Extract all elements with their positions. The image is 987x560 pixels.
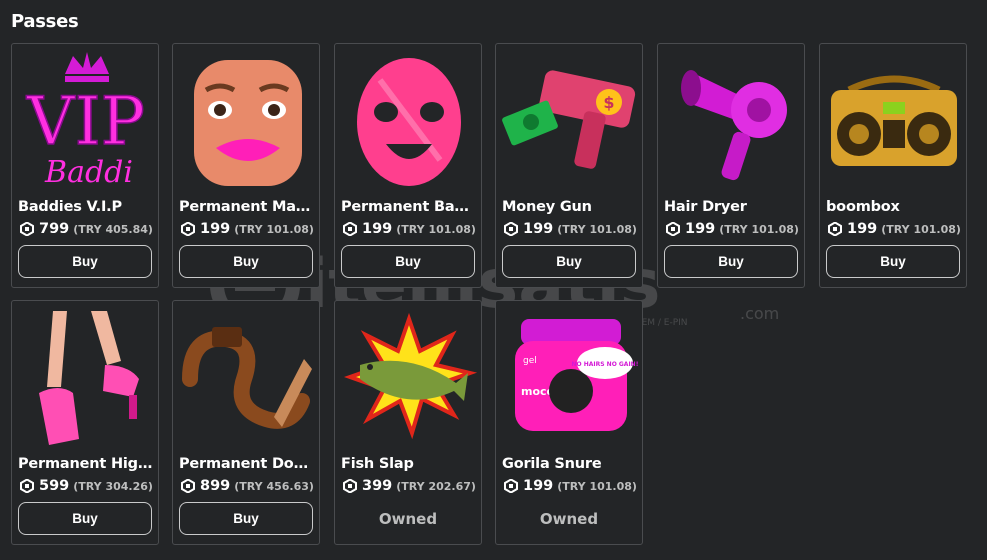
- robux-icon: [504, 479, 518, 493]
- pass-card-fish-slap[interactable]: Fish Slap 399 (TRY 202.67) Owned: [334, 300, 482, 545]
- price-amount: 899: [200, 478, 231, 494]
- svg-text:$: $: [603, 93, 614, 112]
- robux-icon: [20, 222, 34, 236]
- robux-icon: [181, 222, 195, 236]
- price-amount: 199: [685, 221, 716, 237]
- pass-price: 199 (TRY 101.08): [181, 221, 314, 237]
- local-price: (TRY 101.08): [881, 222, 961, 236]
- pass-price: 799 (TRY 405.84): [20, 221, 153, 237]
- buy-button[interactable]: Buy: [18, 245, 152, 278]
- pass-card-baddies-vip[interactable]: VIP Baddi Baddies V.I.P 799 (TRY 405.84)…: [11, 43, 159, 288]
- pass-card-permanent-high-heels[interactable]: Permanent High ... 599 (TRY 304.26) Buy: [11, 300, 159, 545]
- gel-jar-label: gel: [523, 356, 537, 366]
- robux-icon: [666, 222, 680, 236]
- pass-card-hair-dryer[interactable]: Hair Dryer 199 (TRY 101.08) Buy: [657, 43, 805, 288]
- robux-icon: [504, 222, 518, 236]
- fish-slap-icon: [343, 312, 478, 440]
- buy-button[interactable]: Buy: [179, 502, 313, 535]
- robux-icon: [343, 222, 357, 236]
- pass-name: Permanent High ...: [18, 456, 156, 472]
- pass-price: 199 (TRY 101.08): [666, 221, 799, 237]
- pass-card-permanent-baddie-mask[interactable]: Permanent Badd... 199 (TRY 101.08) Buy: [334, 43, 482, 288]
- buy-button[interactable]: Buy: [179, 245, 313, 278]
- pass-price: 399 (TRY 202.67): [343, 478, 476, 494]
- pass-thumbnail: [178, 307, 316, 451]
- pass-price: 599 (TRY 304.26): [20, 478, 153, 494]
- pass-thumbnail: gel moco gori NO HAIRS NO GAIN!: [501, 307, 639, 451]
- price-amount: 199: [523, 221, 554, 237]
- pass-price: 199 (TRY 101.08): [828, 221, 961, 237]
- price-amount: 799: [39, 221, 70, 237]
- pass-thumbnail: [825, 50, 963, 194]
- vip-thumb-subtext: Baddi: [44, 155, 133, 190]
- gel-jar-bubble: NO HAIRS NO GAIN!: [572, 361, 639, 368]
- pass-thumbnail: [663, 50, 801, 194]
- watermark-suffix: .com: [740, 304, 779, 323]
- buy-button[interactable]: Buy: [664, 245, 798, 278]
- pass-price: 899 (TRY 456.63): [181, 478, 314, 494]
- robux-icon: [181, 479, 195, 493]
- local-price: (TRY 202.67): [396, 479, 476, 493]
- buy-button[interactable]: Buy: [341, 245, 475, 278]
- local-price: (TRY 101.08): [234, 222, 314, 236]
- owned-status: Owned: [378, 509, 438, 528]
- pass-thumbnail: [178, 50, 316, 194]
- owned-status: Owned: [539, 509, 599, 528]
- pass-name: boombox: [826, 199, 900, 215]
- hair-dryer-icon: [681, 70, 787, 181]
- local-price: (TRY 405.84): [73, 222, 153, 236]
- hair-gel-jar-icon: gel moco gori NO HAIRS NO GAIN!: [515, 319, 639, 431]
- price-amount: 199: [523, 478, 554, 494]
- pass-card-boombox[interactable]: boombox 199 (TRY 101.08) Buy: [819, 43, 967, 288]
- pass-name: Fish Slap: [341, 456, 414, 472]
- pass-thumbnail: [340, 50, 478, 194]
- pass-thumbnail: [340, 307, 478, 451]
- pass-name: Money Gun: [502, 199, 592, 215]
- local-price: (TRY 101.08): [557, 479, 637, 493]
- robux-icon: [828, 222, 842, 236]
- pass-card-permanent-makeup[interactable]: Permanent Make... 199 (TRY 101.08) Buy: [172, 43, 320, 288]
- pass-thumbnail: $: [501, 50, 639, 194]
- vip-thumb-text: VIP: [26, 83, 145, 160]
- pass-card-permanent-dog[interactable]: Permanent Dog ... 899 (TRY 456.63) Buy: [172, 300, 320, 545]
- dog-leash-icon: [182, 327, 312, 429]
- local-price: (TRY 101.08): [557, 222, 637, 236]
- pass-price: 199 (TRY 101.08): [343, 221, 476, 237]
- makeup-face-icon: [194, 60, 302, 186]
- pass-name: Baddies V.I.P: [18, 199, 122, 215]
- pass-thumbnail: VIP Baddi: [17, 50, 155, 194]
- pass-name: Gorila Snure: [502, 456, 602, 472]
- price-amount: 199: [847, 221, 878, 237]
- pass-name: Permanent Make...: [179, 199, 317, 215]
- vip-crown-icon: VIP Baddi: [25, 52, 146, 190]
- robux-icon: [343, 479, 357, 493]
- price-amount: 199: [200, 221, 231, 237]
- section-title: Passes: [11, 11, 79, 32]
- buy-button[interactable]: Buy: [18, 502, 152, 535]
- buy-button[interactable]: Buy: [502, 245, 636, 278]
- local-price: (TRY 304.26): [73, 479, 153, 493]
- pass-name: Permanent Dog ...: [179, 456, 317, 472]
- pass-name: Hair Dryer: [664, 199, 747, 215]
- pass-thumbnail: [17, 307, 155, 451]
- robux-icon: [20, 479, 34, 493]
- pass-card-gorila-snure[interactable]: gel moco gori NO HAIRS NO GAIN! Gorila S…: [495, 300, 643, 545]
- local-price: (TRY 101.08): [396, 222, 476, 236]
- buy-button[interactable]: Buy: [826, 245, 960, 278]
- pass-card-money-gun[interactable]: $ Money Gun 199 (TRY 101.08) Buy: [495, 43, 643, 288]
- boombox-icon: [831, 75, 957, 166]
- price-amount: 399: [362, 478, 393, 494]
- price-amount: 199: [362, 221, 393, 237]
- money-gun-icon: $: [502, 70, 636, 169]
- pass-price: 199 (TRY 101.08): [504, 478, 637, 494]
- high-heels-icon: [39, 311, 139, 445]
- local-price: (TRY 101.08): [719, 222, 799, 236]
- price-amount: 599: [39, 478, 70, 494]
- local-price: (TRY 456.63): [234, 479, 314, 493]
- pass-price: 199 (TRY 101.08): [504, 221, 637, 237]
- face-mask-icon: [357, 58, 461, 186]
- pass-name: Permanent Badd...: [341, 199, 479, 215]
